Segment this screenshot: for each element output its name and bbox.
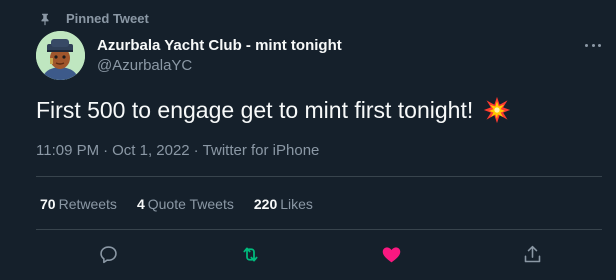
retweet-button[interactable] [236, 240, 264, 268]
collision-emoji-icon [484, 96, 511, 124]
more-dot-icon [591, 43, 595, 47]
pin-icon [41, 13, 49, 25]
tweet-time[interactable]: 11:09 PM [36, 142, 99, 159]
share-button[interactable] [518, 240, 546, 268]
author-display-name[interactable]: Azurbala Yacht Club - mint tonight [97, 36, 342, 55]
reply-button[interactable] [94, 240, 122, 268]
heart-icon [382, 246, 400, 262]
tweet-stats: 70 Retweets 4 Quote Tweets 220 Likes [40, 196, 313, 212]
quote-tweets-stat[interactable]: 4 Quote Tweets [137, 196, 234, 212]
likes-count: 220 [253, 196, 278, 212]
tweet-source[interactable]: Twitter for iPhone [203, 142, 320, 159]
pinned-label: Pinned Tweet [66, 11, 149, 26]
retweets-stat[interactable]: 70 Retweets [40, 196, 117, 212]
avatar-image [36, 31, 85, 80]
tweet-actions [0, 240, 616, 268]
likes-stat[interactable]: 220 Likes [254, 196, 313, 212]
avatar[interactable] [36, 31, 85, 80]
meta-separator: · [193, 142, 199, 159]
more-dot-icon [585, 43, 588, 47]
likes-label: Likes [280, 196, 313, 212]
retweet-icon [243, 247, 257, 261]
tweet-text: First 500 to engage get to mint first to… [36, 95, 511, 125]
author-block[interactable]: Azurbala Yacht Club - mint tonight @Azur… [97, 36, 342, 75]
more-options-button[interactable] [582, 38, 604, 52]
tweet-meta: 11:09 PM · Oct 1, 2022 · Twitter for iPh… [36, 142, 319, 159]
reply-icon [99, 245, 117, 263]
retweets-label: Retweets [58, 196, 117, 212]
tweet-body: First 500 to engage get to mint first to… [36, 97, 474, 123]
pinned-indicator: Pinned Tweet [38, 11, 149, 26]
divider [36, 176, 602, 177]
divider [36, 229, 602, 230]
more-dot-icon [598, 43, 601, 47]
like-button[interactable] [377, 240, 405, 268]
tweet-date[interactable]: Oct 1, 2022 [112, 142, 190, 159]
share-icon [524, 245, 540, 262]
retweets-count: 70 [40, 196, 56, 212]
author-handle[interactable]: @AzurbalaYC [97, 56, 342, 75]
quote-tweets-count: 4 [136, 196, 145, 212]
quote-tweets-label: Quote Tweets [147, 196, 234, 212]
meta-separator: · [103, 142, 109, 159]
